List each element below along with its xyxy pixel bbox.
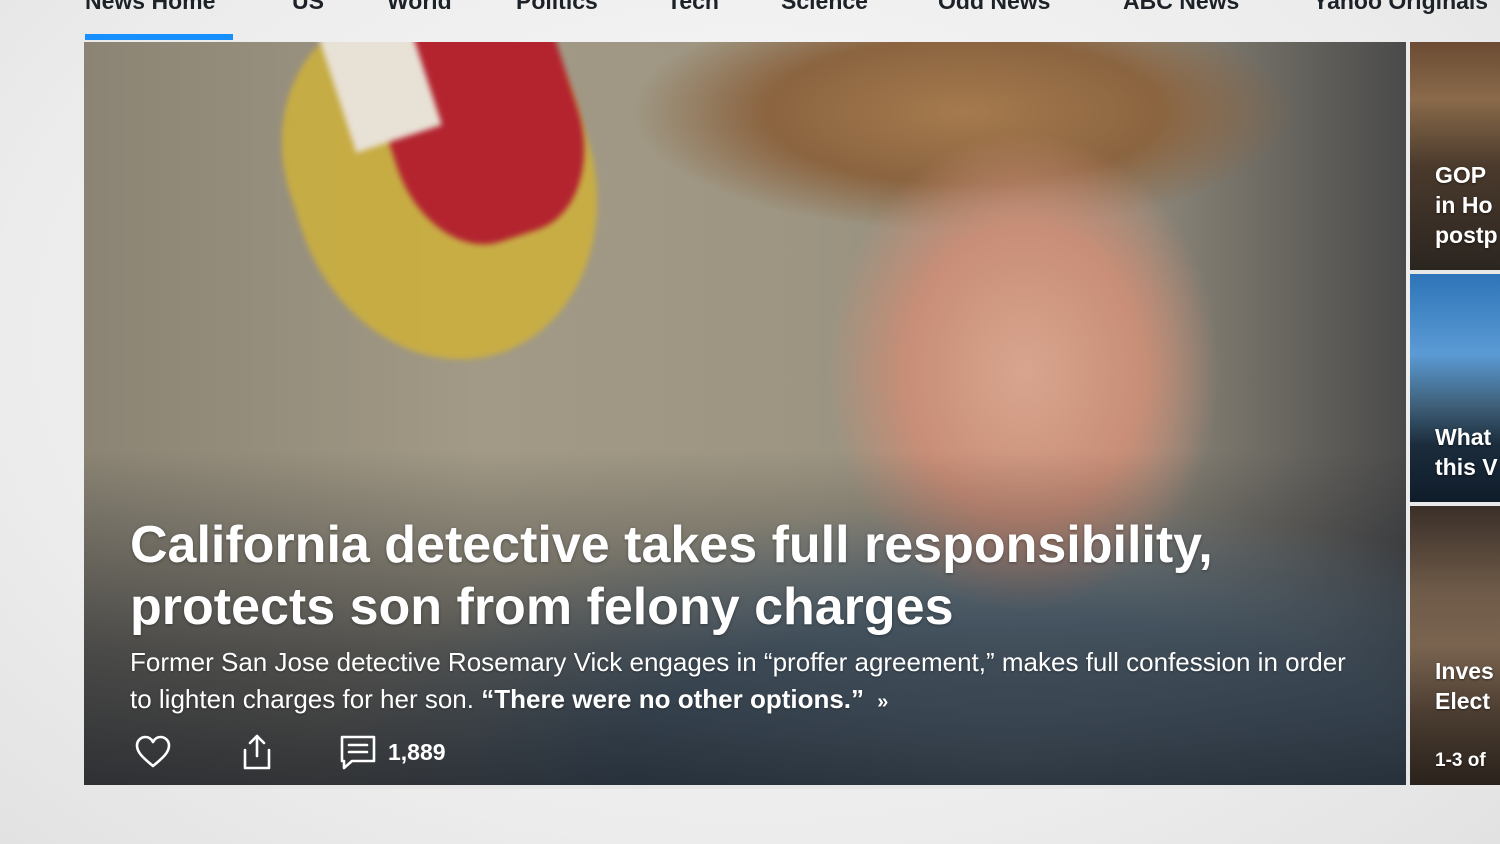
nav-item-yahoo-originals[interactable]: Yahoo Originals: [1313, 0, 1488, 15]
hero-summary-quote[interactable]: “There were no other options.”: [481, 684, 864, 714]
comment-count: 1,889: [388, 738, 446, 765]
share-icon: [240, 732, 274, 772]
active-tab-indicator: [85, 34, 233, 40]
side-stories-rail: GOP in Ho postp What this V Inves Elect …: [1410, 42, 1500, 785]
heart-icon: [134, 734, 172, 770]
nav-item-science[interactable]: Science: [781, 0, 868, 15]
side-story-card[interactable]: What this V: [1410, 274, 1500, 502]
side-story-headline: What this V: [1435, 424, 1498, 480]
like-button[interactable]: [134, 730, 172, 774]
nav-item-tech[interactable]: Tech: [667, 0, 719, 15]
hero-headline[interactable]: California detective takes full responsi…: [130, 514, 1370, 638]
side-story-card[interactable]: GOP in Ho postp: [1410, 42, 1500, 270]
bottom-edge: [84, 785, 1500, 789]
comments-button[interactable]: 1,889: [338, 730, 446, 774]
share-button[interactable]: [240, 730, 274, 774]
side-story-card[interactable]: Inves Elect 1-3 of: [1410, 506, 1500, 785]
nav-item-odd-news[interactable]: Odd News: [938, 0, 1050, 15]
nav-item-world[interactable]: World: [387, 0, 452, 15]
nav-item-news-home[interactable]: News Home: [85, 0, 215, 15]
hero-actions: 1,889: [134, 730, 534, 774]
side-story-image: [1410, 506, 1500, 785]
read-more-chevron-icon[interactable]: »: [877, 691, 888, 713]
rail-pager: 1-3 of: [1435, 750, 1486, 771]
hero-summary: Former San Jose detective Rosemary Vick …: [130, 644, 1370, 721]
side-story-headline: Inves Elect: [1435, 658, 1494, 714]
nav-item-abc-news[interactable]: ABC News: [1123, 0, 1239, 15]
hero-story-card[interactable]: California detective takes full responsi…: [84, 42, 1406, 785]
page: News Home US World Politics Tech Science…: [0, 0, 1500, 844]
nav-item-politics[interactable]: Politics: [516, 0, 598, 15]
comment-icon: [338, 732, 378, 772]
side-story-headline: GOP in Ho postp: [1435, 162, 1498, 248]
nav-item-us[interactable]: US: [292, 0, 324, 15]
top-nav: News Home US World Politics Tech Science…: [0, 0, 1500, 42]
